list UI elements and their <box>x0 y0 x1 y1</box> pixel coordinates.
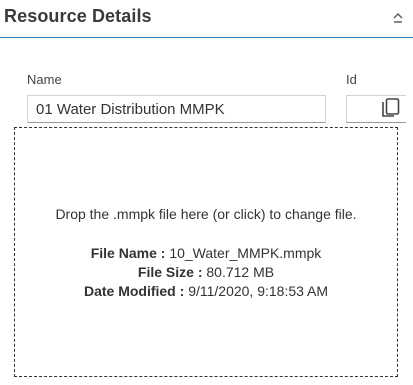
collapse-button[interactable] <box>391 9 405 27</box>
file-size-value: 80.712 MB <box>206 264 275 280</box>
chevron-up-icon <box>393 13 403 23</box>
panel-header: Resource Details <box>0 0 413 38</box>
date-modified-value: 9/11/2020, 9:18:53 AM <box>188 283 329 299</box>
file-name-row: File Name : 10_Water_MMPK.mmpk <box>15 244 397 263</box>
resource-details-panel: Resource Details Name Id Drop the .mmpk … <box>0 0 413 385</box>
date-modified-label: Date Modified : <box>83 283 185 299</box>
copy-icon <box>382 98 400 117</box>
file-name-label: File Name : <box>90 245 166 261</box>
id-label: Id <box>346 72 357 87</box>
date-modified-row: Date Modified : 9/11/2020, 9:18:53 AM <box>15 282 397 301</box>
name-input[interactable] <box>27 95 326 123</box>
file-size-row: File Size : 80.712 MB <box>15 263 397 282</box>
file-dropzone[interactable]: Drop the .mmpk file here (or click) to c… <box>14 127 398 377</box>
copy-id-button[interactable] <box>379 97 403 121</box>
file-name-value: 10_Water_MMPK.mmpk <box>169 245 322 261</box>
file-size-label: File Size : <box>137 264 203 280</box>
dropzone-instruction: Drop the .mmpk file here (or click) to c… <box>55 206 357 222</box>
panel-title: Resource Details <box>4 6 152 26</box>
name-label: Name <box>27 72 62 87</box>
